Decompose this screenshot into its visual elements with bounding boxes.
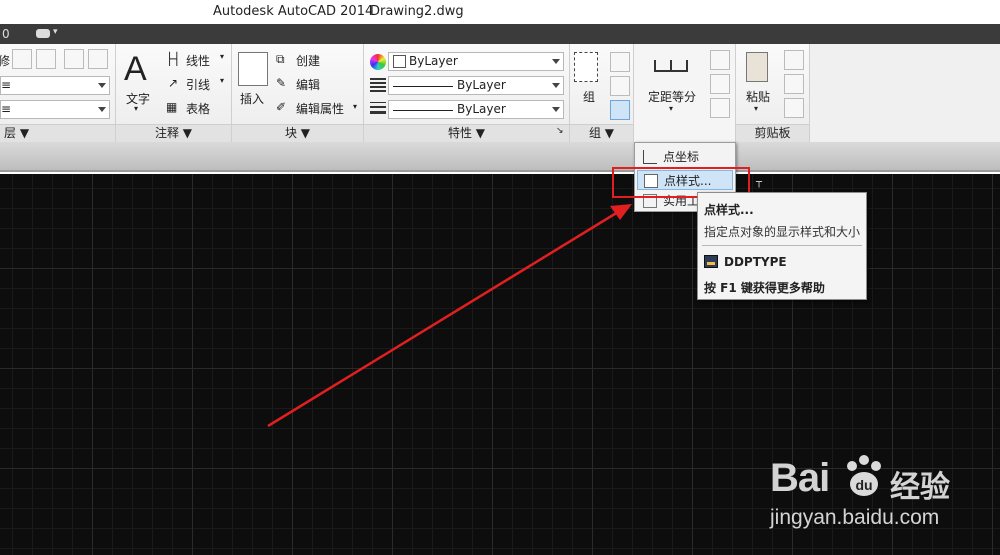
copy-icon[interactable] [784,74,804,94]
panel-title-annotation[interactable]: 注释 ▼ [116,124,231,142]
panel-title-clipboard[interactable]: 剪贴板 [736,124,809,142]
lineweight-icon[interactable] [370,102,386,116]
tooltip-description: 指定点对象的显示样式和大小 [704,225,861,239]
layer-edge-label: 修 [0,54,11,68]
dialog-launcher-icon[interactable]: ↘ [556,126,564,136]
title-bar: Autodesk AutoCAD 2014 Drawing2.dwg [0,0,1000,24]
layer-tool-icon[interactable] [12,49,32,69]
paw-logo-icon: du [847,455,881,496]
edit-attr-label[interactable]: 编辑属性 [296,100,344,117]
table-icon[interactable]: ▦ [166,100,177,114]
chevron-down-icon [98,107,106,112]
text-icon[interactable]: A [124,50,147,89]
panel-title-groups[interactable]: 组 ▼ [570,124,633,142]
svg-text:du: du [855,477,872,493]
group-edit-icon[interactable] [610,76,630,96]
file-name: Drawing2.dwg [370,4,464,19]
command-icon [704,255,718,268]
calculator-icon[interactable] [710,98,730,118]
chevron-down-icon[interactable]: ▾ [220,52,224,61]
group-icon[interactable] [574,52,598,82]
measure-label[interactable]: 定距等分 [648,88,696,105]
coordinate-icon [643,150,657,164]
color-wheel-icon[interactable] [370,54,386,70]
chevron-down-icon[interactable]: ▾ [53,27,58,37]
insert-label[interactable]: 插入 [240,90,264,107]
chevron-down-icon[interactable]: ▾ [754,104,758,113]
panel-properties: ByLayer ByLayer ByLayer 特性 ▼ ↘ [364,44,570,142]
panel-title-block[interactable]: 块 ▼ [232,124,363,142]
lineweight-combo[interactable]: ByLayer [388,100,564,119]
paste-label[interactable]: 粘贴 [746,88,770,105]
layer-combo[interactable]: ≡ [0,76,110,95]
file-tab-bar [0,142,1000,172]
paste-icon[interactable] [746,52,768,82]
tab-number: 0 [2,27,10,41]
tooltip-command: DDPTYPE [724,255,787,269]
chevron-down-icon[interactable]: ▾ [353,102,357,111]
color-combo[interactable]: ByLayer [388,52,564,71]
color-swatch [393,55,406,68]
panel-utilities: 定距等分 ▾ [634,44,736,142]
quick-select-icon[interactable] [710,50,730,70]
crosshair-cursor: ┬ [756,177,763,188]
edit-block-icon[interactable]: ✎ [276,76,286,90]
ribbon: 修 ≡ ≡ 层 ▼ A 文字 ▾ ├┤ 线性 ▾ ↗ 引线 ▾ ▦ 表格 注释 … [0,44,810,142]
chevron-down-icon [552,59,560,64]
group-select-icon[interactable] [610,100,630,120]
line-sample [393,86,453,87]
group-label[interactable]: 组 [583,88,595,105]
insert-block-icon[interactable] [238,52,268,86]
chevron-down-icon[interactable]: ▾ [134,104,138,113]
edit-attribute-icon[interactable]: ✐ [276,100,286,114]
watermark-cn: 经验 [890,470,950,505]
layer-tool-icon[interactable] [36,49,56,69]
linetype-combo[interactable]: ByLayer [388,76,564,95]
create-block-icon[interactable]: ⧉ [276,52,285,67]
panel-annotation: A 文字 ▾ ├┤ 线性 ▾ ↗ 引线 ▾ ▦ 表格 注释 ▼ [116,44,232,142]
baidu-watermark: Bai du 经验 jingyan.baidu.com [770,450,990,540]
linetype-icon[interactable] [370,78,386,92]
tooltip-title: 点样式... [704,203,754,217]
panel-layers: 修 ≡ ≡ 层 ▼ [0,44,116,142]
table-label[interactable]: 表格 [186,100,210,117]
tooltip-divider [702,245,862,246]
tooltip: 点样式... 指定点对象的显示样式和大小 DDPTYPE 按 F1 键获得更多帮… [697,192,867,300]
watermark-url: jingyan.baidu.com [770,506,940,529]
watermark-brand: Bai [770,456,830,500]
panel-clipboard: 粘贴 ▾ 剪贴板 [736,44,810,142]
workspace-icon[interactable] [36,29,50,38]
cut-icon[interactable] [784,50,804,70]
chevron-down-icon[interactable]: ▾ [669,104,673,113]
menu-item-point-coordinate[interactable]: 点坐标 [637,147,733,167]
select-all-icon[interactable] [710,74,730,94]
panel-block: 插入 ⧉ 创建 ✎ 编辑 ✐ 编辑属性 ▾ 块 ▼ [232,44,364,142]
leader-label[interactable]: 引线 [186,76,210,93]
layer-state-combo[interactable]: ≡ [0,100,110,119]
ribbon-empty-area [810,44,1000,142]
autocad-window: Autodesk AutoCAD 2014 Drawing2.dwg 0 ▾ 修… [0,0,1000,555]
chevron-down-icon [98,83,106,88]
measure-icon[interactable] [654,60,688,72]
line-sample [393,110,453,111]
tooltip-help: 按 F1 键获得更多帮助 [704,281,825,295]
chevron-down-icon[interactable]: ▾ [220,76,224,85]
chevron-down-icon [552,107,560,112]
chevron-down-icon [552,83,560,88]
layer-tool-icon[interactable] [64,49,84,69]
panel-groups: 组 组 ▼ [570,44,634,142]
panel-title-properties[interactable]: 特性 ▼ [364,124,569,142]
create-label[interactable]: 创建 [296,52,320,69]
app-title: Autodesk AutoCAD 2014 [213,4,374,19]
edit-label[interactable]: 编辑 [296,76,320,93]
panel-title-layers[interactable]: 层 ▼ [0,124,115,142]
match-properties-icon[interactable] [784,98,804,118]
layer-tool-icon[interactable] [88,49,108,69]
linear-label[interactable]: 线性 [186,52,210,69]
linear-dim-icon[interactable]: ├┤ [166,52,180,66]
leader-icon[interactable]: ↗ [168,76,178,90]
quick-access-strip: 0 ▾ [0,24,1000,44]
ungroup-icon[interactable] [610,52,630,72]
